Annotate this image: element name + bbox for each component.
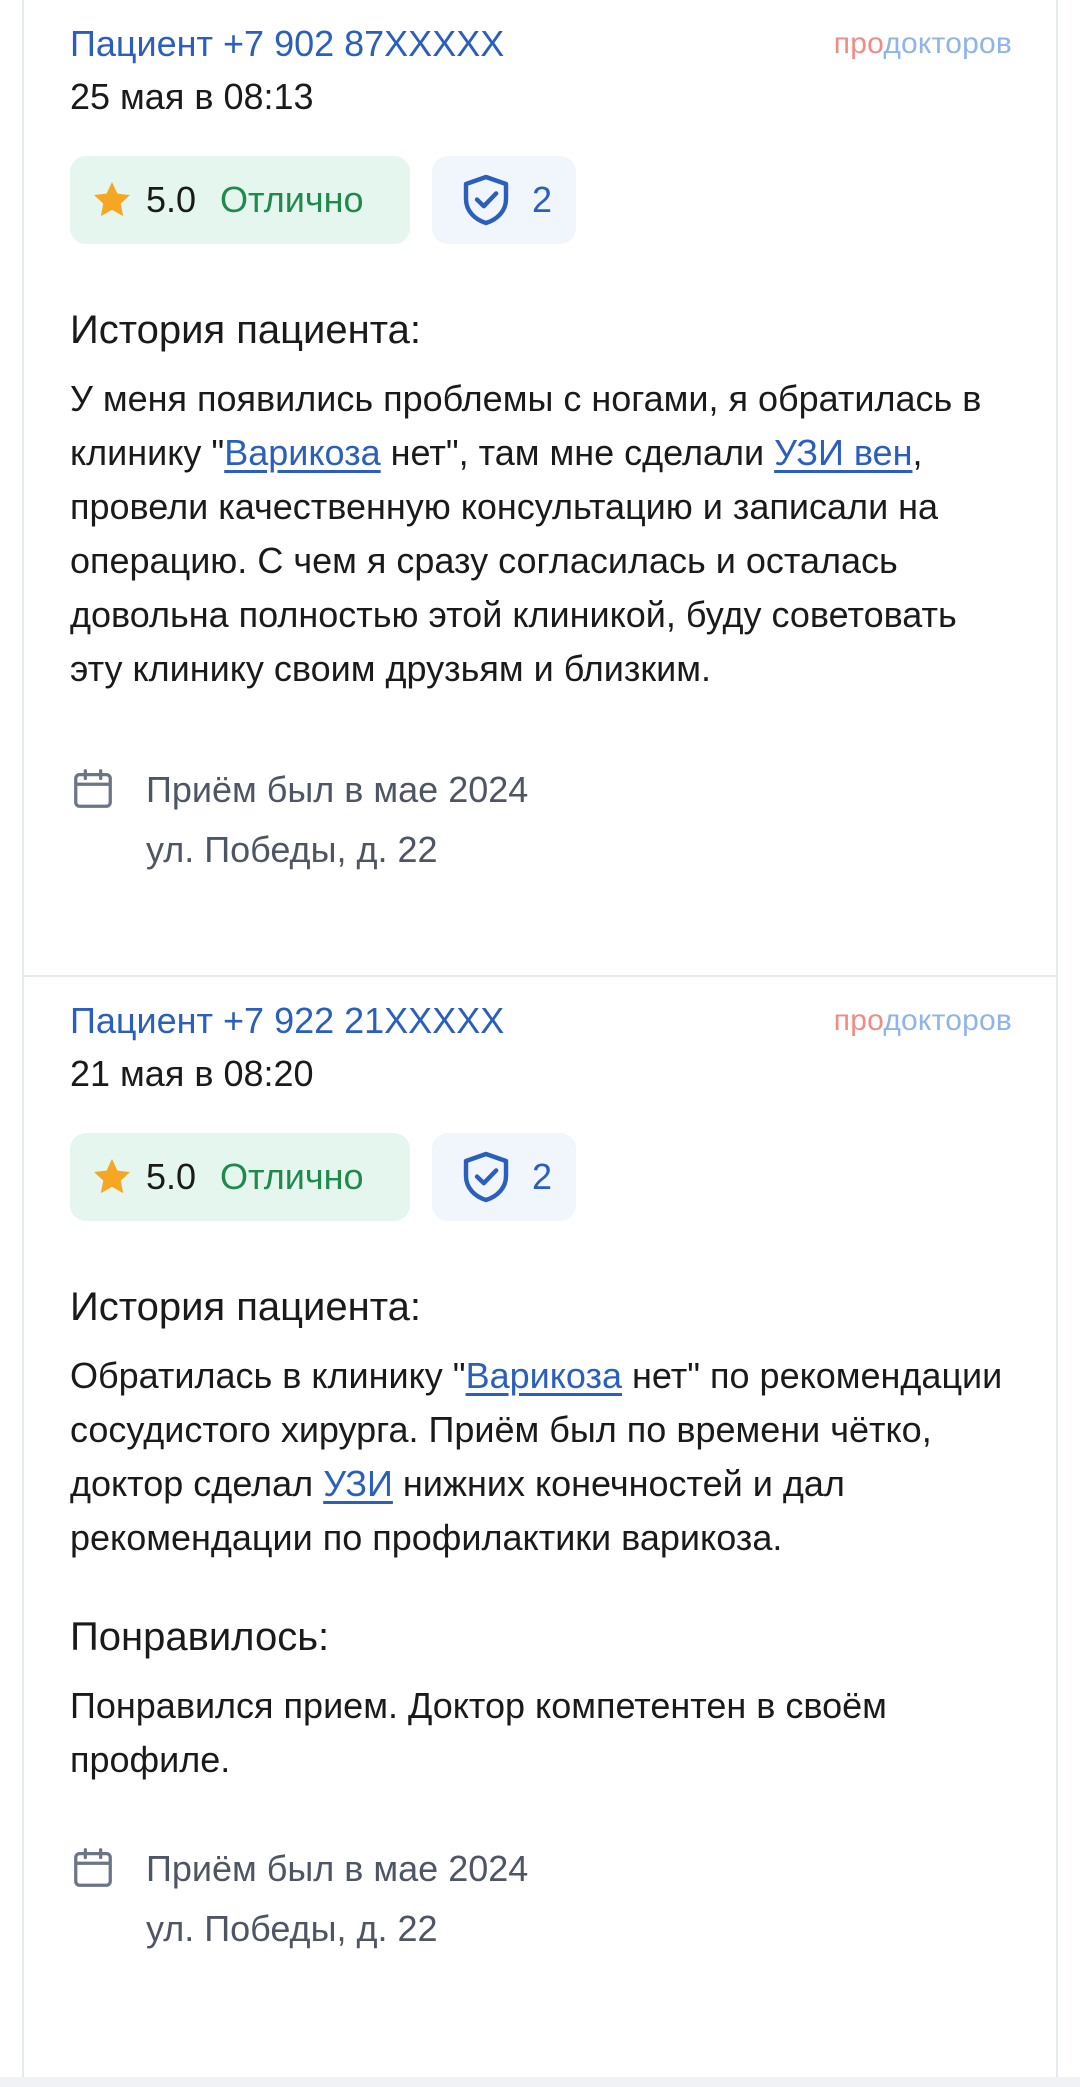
visit-info: Приём был в мае 2024 ул. Победы, д. 22 [70, 760, 1012, 880]
logo-part-pro: про [833, 1004, 884, 1037]
rating-badge: 5.0 Отлично [70, 1133, 410, 1221]
prodoctorov-logo[interactable]: продокторов [834, 18, 1012, 70]
visit-address: ул. Победы, д. 22 [146, 829, 438, 870]
visit-details: Приём был в мае 2024 ул. Победы, д. 22 [146, 1839, 528, 1959]
review-header: Пациент +7 902 87XXXXX продокторов [70, 18, 1012, 70]
verification-badge[interactable]: 2 [432, 156, 576, 244]
section-text: Понравился прием. Доктор компетентен в с… [70, 1685, 887, 1780]
visit-date: Приём был в мае 2024 [146, 769, 529, 810]
verification-count: 2 [532, 179, 553, 220]
logo-part-pro: про [833, 27, 884, 60]
review-author-link[interactable]: Пациент +7 902 87XXXXX [70, 18, 504, 70]
section-title: Понравилось: [70, 1615, 330, 1659]
logo-part-doctors: докторов [883, 1004, 1012, 1037]
visit-date: Приём был в мае 2024 [146, 1848, 529, 1889]
visit-info: Приём был в мае 2024 ул. Победы, д. 22 [70, 1839, 1012, 1959]
review-date: 21 мая в 08:20 [70, 1053, 314, 1094]
text-fragment: Обратилась в клинику " [70, 1355, 466, 1396]
section-text: Обратилась в клинику "Варикоза нет" по р… [70, 1349, 1012, 1565]
review-badges: 5.0 Отлично 2 [70, 1133, 1012, 1221]
service-link[interactable]: УЗИ вен [774, 432, 912, 473]
calendar-icon [74, 1848, 112, 1887]
section-text: У меня появились проблемы с ногами, я об… [70, 372, 1012, 696]
bottom-divider [0, 2077, 1080, 2087]
clinic-link[interactable]: Варикоза [466, 1355, 622, 1396]
review-card: Пациент +7 902 87XXXXX продокторов 25 ма… [24, 0, 1056, 975]
text-fragment: нет", там мне сделали [380, 432, 775, 473]
review-author-link[interactable]: Пациент +7 922 21XXXXX [70, 995, 504, 1047]
star-icon [94, 182, 130, 217]
review-header: Пациент +7 922 21XXXXX продокторов [70, 995, 1012, 1047]
verification-badge[interactable]: 2 [432, 1133, 576, 1221]
reviews-list: Пациент +7 902 87XXXXX продокторов 25 ма… [22, 0, 1058, 2087]
shield-check-icon [463, 1151, 509, 1203]
star-icon [94, 1159, 130, 1194]
section-title: История пациента: [70, 1285, 421, 1329]
rating-score: 5.0 [146, 1156, 197, 1197]
visit-address: ул. Победы, д. 22 [146, 1908, 438, 1949]
shield-check-icon [463, 174, 509, 226]
visit-details: Приём был в мае 2024 ул. Победы, д. 22 [146, 760, 528, 880]
review-date: 25 мая в 08:13 [70, 76, 314, 117]
rating-verdict: Отлично [220, 1156, 364, 1197]
verification-count: 2 [532, 1156, 553, 1197]
rating-badge: 5.0 Отлично [70, 156, 410, 244]
review-badges: 5.0 Отлично 2 [70, 156, 1012, 244]
clinic-link[interactable]: Варикоза [224, 432, 380, 473]
calendar-icon [74, 769, 112, 808]
rating-verdict: Отлично [220, 179, 364, 220]
logo-part-doctors: докторов [883, 27, 1012, 60]
review-card: Пациент +7 922 21XXXXX продокторов 21 ма… [24, 975, 1056, 2087]
section-title: История пациента: [70, 308, 421, 352]
service-link[interactable]: УЗИ [323, 1463, 393, 1504]
rating-score: 5.0 [146, 179, 197, 220]
prodoctorov-logo[interactable]: продокторов [834, 995, 1012, 1047]
